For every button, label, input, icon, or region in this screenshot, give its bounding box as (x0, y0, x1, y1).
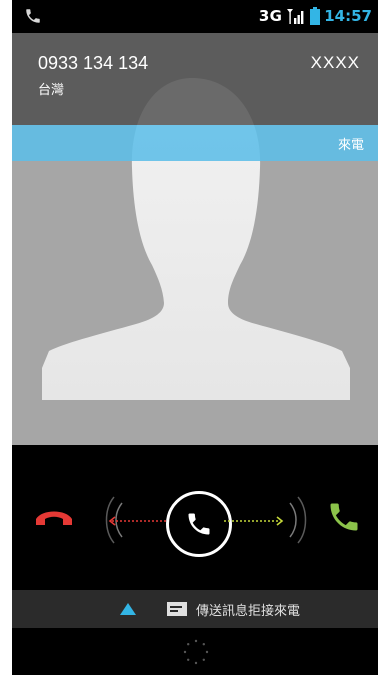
answer-call-icon[interactable] (326, 499, 362, 535)
phone-icon (26, 9, 40, 23)
caller-location: 台灣 (38, 83, 65, 98)
call-actions (12, 445, 378, 590)
incoming-call-banner: 來電 (12, 125, 378, 161)
navigation-bar (12, 628, 378, 675)
decline-arrow-icon (108, 516, 166, 526)
reject-with-message-bar[interactable]: 傳送訊息拒接來電 (12, 590, 378, 628)
network-type: 3G (258, 7, 283, 25)
battery-icon (310, 7, 321, 25)
answer-arrow-icon (224, 516, 284, 526)
signal-icon (287, 9, 304, 24)
message-icon (167, 602, 187, 616)
up-arrow-icon (120, 603, 136, 615)
reject-message-label: 傳送訊息拒接來電 (196, 604, 301, 619)
caller-name: XXXX (310, 53, 360, 72)
caller-info-panel: 0933 134 134 台灣 XXXX (12, 33, 378, 125)
home-dots-icon[interactable] (183, 639, 209, 665)
caller-photo-area: 0933 134 134 台灣 XXXX 來電 (12, 33, 378, 445)
incoming-call-label: 來電 (337, 138, 364, 153)
right-wave-icon (289, 496, 307, 544)
status-bar: 3G 14:57 (12, 0, 378, 33)
phone-handle-icon (188, 513, 210, 535)
clock: 14:57 (324, 7, 372, 25)
caller-number: 0933 134 134 (38, 53, 149, 73)
decline-call-icon[interactable] (34, 501, 74, 531)
phone-screen: 3G 14:57 0933 134 134 台灣 XXXX 來電 傳送訊息拒接來… (12, 0, 378, 675)
